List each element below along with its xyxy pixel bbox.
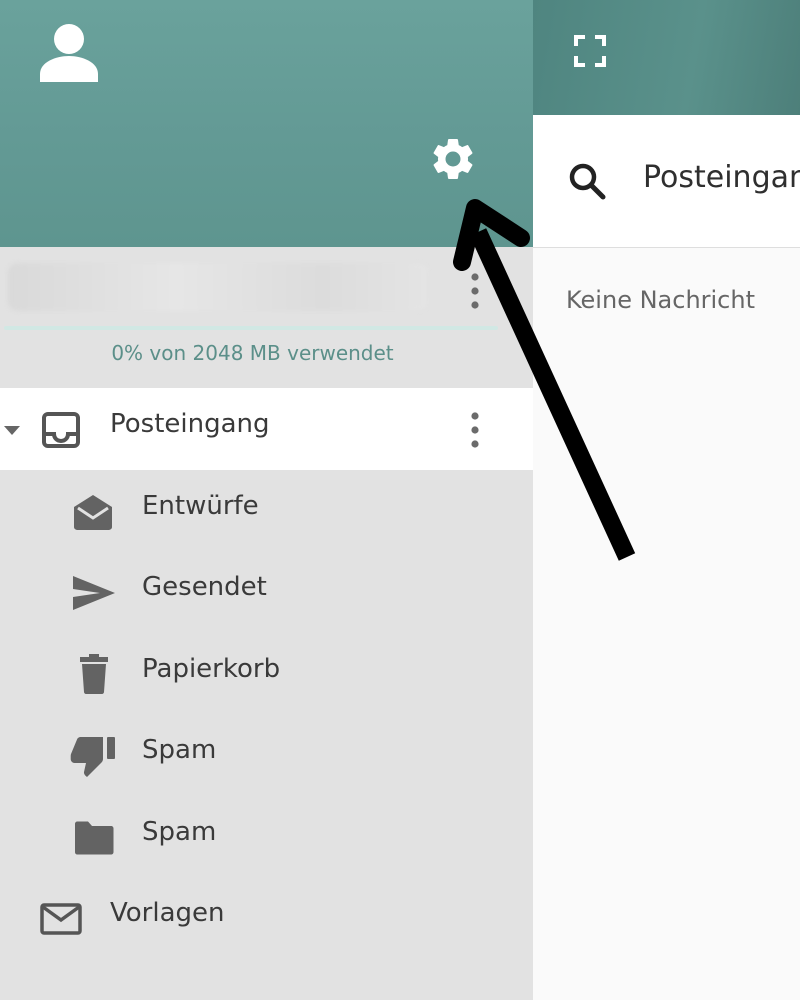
folder-label: Spam xyxy=(142,735,217,765)
empty-state-text: Keine Nachricht xyxy=(566,286,755,314)
fullscreen-icon[interactable] xyxy=(573,34,607,68)
folder-label: Entwürfe xyxy=(142,490,259,521)
sidebar-header xyxy=(0,0,533,247)
folder-label: Vorlagen xyxy=(110,898,225,928)
folder-label: Papierkorb xyxy=(142,653,281,684)
quota-progress-bar xyxy=(4,326,498,330)
folder-label: Posteingang xyxy=(110,409,270,439)
account-name-redacted xyxy=(8,263,428,311)
quota-text: 0% von 2048 MB verwendet xyxy=(111,341,394,365)
folder-item-vorlagen[interactable]: Vorlagen xyxy=(0,877,533,959)
folder-item-entwuerfe[interactable]: Entwürfe xyxy=(0,470,533,552)
folder-item-papierkorb[interactable]: Papierkorb xyxy=(0,633,533,715)
account-row[interactable]: 0% von 2048 MB verwendet xyxy=(0,247,533,387)
trash-icon xyxy=(74,653,114,695)
envelope-open-icon xyxy=(72,492,114,532)
folder-label: Gesendet xyxy=(142,572,267,602)
more-vertical-icon[interactable] xyxy=(460,269,490,313)
search-bar[interactable]: Posteingang xyxy=(533,115,800,248)
envelope-icon xyxy=(40,901,82,937)
caret-down-icon[interactable] xyxy=(2,423,22,437)
inbox-icon xyxy=(40,410,82,450)
folder-item-spam-1[interactable]: Spam xyxy=(0,714,533,796)
more-vertical-icon[interactable] xyxy=(460,408,490,452)
search-icon[interactable] xyxy=(567,161,607,201)
top-app-bar xyxy=(533,0,800,115)
sidebar: 0% von 2048 MB verwendet Posteingang Ent… xyxy=(0,0,533,1000)
folder-icon xyxy=(72,818,116,858)
folder-item-gesendet[interactable]: Gesendet xyxy=(0,551,533,633)
folder-label: Spam xyxy=(142,816,217,847)
gear-icon[interactable] xyxy=(428,134,478,184)
folder-title: Posteingang xyxy=(643,160,800,195)
user-icon[interactable] xyxy=(38,22,100,82)
folder-item-posteingang[interactable]: Posteingang xyxy=(0,388,533,470)
folder-list: Posteingang Entwürfe Gesendet Papierkorb… xyxy=(0,388,533,959)
message-list: Keine Nachricht xyxy=(533,248,800,1000)
send-icon xyxy=(72,573,116,613)
thumbs-down-icon xyxy=(68,734,118,778)
folder-item-spam-2[interactable]: Spam xyxy=(0,796,533,878)
